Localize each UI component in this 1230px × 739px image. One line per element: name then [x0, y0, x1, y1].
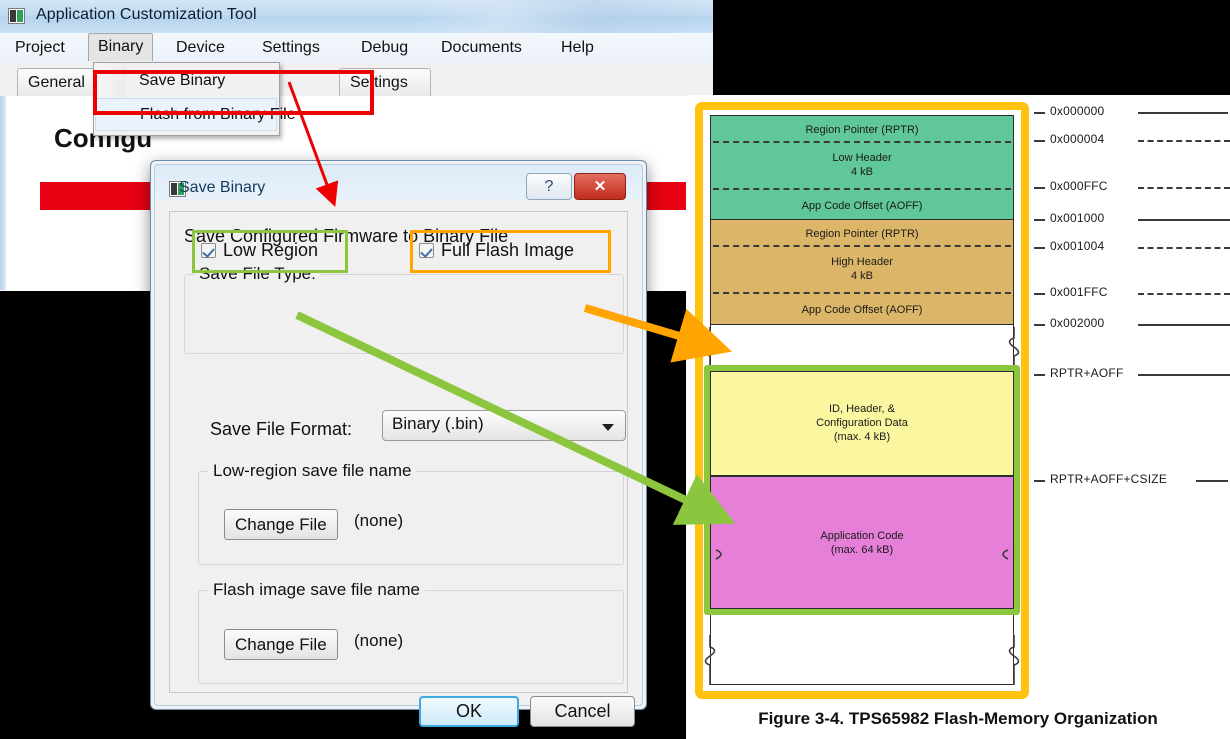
addr-leader	[1138, 324, 1230, 326]
dialog-body: Save Configured Firmware to Binary File …	[169, 211, 635, 727]
dialog-title: Save Binary	[179, 179, 266, 196]
flash-image-change-file-button[interactable]: Change File	[224, 629, 338, 660]
close-button[interactable]: ✕	[574, 173, 626, 200]
config-line1: ID, Header, &	[828, 403, 896, 415]
addr-leader	[1138, 247, 1230, 249]
flash-memory-diagram: Region Pointer (RPTR) Low Header 4 kB Ap…	[686, 95, 1230, 739]
flash-image-file-label: Flash image save file name	[208, 580, 425, 600]
addr-leader	[1138, 293, 1230, 295]
chevron-down-icon	[602, 424, 614, 431]
addr-tick	[1034, 480, 1045, 482]
menu-debug[interactable]: Debug	[352, 34, 417, 61]
low-region-file-label: Low-region save file name	[208, 461, 417, 481]
save-binary-highlight-box	[93, 70, 374, 115]
dialog-frame: Save Binary ? ✕ Save Configured Firmware…	[154, 164, 643, 727]
menu-help[interactable]: Help	[552, 34, 603, 61]
app-window-icon	[8, 8, 25, 24]
addr-tick	[1034, 112, 1045, 114]
save-file-format-select[interactable]: Binary (.bin)	[382, 410, 626, 441]
addr-leader	[1138, 140, 1230, 142]
window-titlebar: Application Customization Tool	[0, 0, 713, 33]
window-title: Application Customization Tool	[36, 6, 257, 23]
high-header-label: High Header	[831, 256, 893, 268]
divider-dash	[713, 141, 1011, 143]
address-4: 0x001004	[1050, 239, 1105, 253]
menu-documents[interactable]: Documents	[432, 34, 531, 61]
ok-button[interactable]: OK	[419, 696, 519, 727]
full-flash-highlight-box	[410, 230, 611, 273]
flash-image-file-value: (none)	[354, 631, 404, 650]
memory-block-config-data: ID, Header, & Configuration Data (max. 4…	[710, 371, 1014, 476]
divider-dash	[713, 188, 1011, 190]
address-1: 0x000004	[1050, 132, 1105, 146]
menu-project[interactable]: Project	[6, 34, 74, 61]
config-line3: (max. 4 kB)	[833, 431, 891, 443]
config-line2: Configuration Data	[816, 417, 908, 429]
address-8: RPTR+AOFF+CSIZE	[1050, 472, 1168, 486]
menu-bar: Project Binary Device Settings Debug Doc…	[0, 33, 713, 64]
divider-dash	[713, 292, 1011, 294]
high-rptr-label: Region Pointer (RPTR)	[805, 228, 919, 240]
cancel-button[interactable]: Cancel	[530, 696, 635, 727]
menu-settings[interactable]: Settings	[253, 34, 329, 61]
addr-tick	[1034, 140, 1045, 142]
addr-leader	[1138, 374, 1230, 376]
low-aoff-label: App Code Offset (AOFF)	[801, 200, 923, 212]
save-file-format-label: Save File Format:	[210, 419, 353, 439]
code-line2: (max. 64 kB)	[830, 544, 894, 556]
memory-block-high-region: Region Pointer (RPTR) High Header 4 kB A…	[710, 220, 1014, 325]
low-header-label: Low Header	[832, 152, 892, 164]
high-aoff-label: App Code Offset (AOFF)	[801, 304, 923, 316]
addr-tick	[1034, 324, 1045, 326]
addr-tick	[1034, 187, 1045, 189]
address-7: RPTR+AOFF	[1050, 366, 1124, 380]
menu-device[interactable]: Device	[167, 34, 234, 61]
low-rptr-label: Region Pointer (RPTR)	[805, 124, 919, 136]
high-header-size: 4 kB	[850, 270, 873, 282]
addr-tick	[1034, 219, 1045, 221]
addr-leader	[1138, 187, 1230, 189]
addr-leader	[1138, 219, 1230, 221]
divider-dash	[713, 245, 1011, 247]
addr-leader	[1196, 480, 1228, 482]
save-file-format-value: Binary (.bin)	[392, 414, 484, 433]
window-left-edge	[0, 96, 6, 290]
address-5: 0x001FFC	[1050, 285, 1108, 299]
memory-gap-lower	[710, 615, 1014, 685]
memory-block-application-code: Application Code (max. 64 kB)	[710, 476, 1014, 609]
low-region-highlight: ID, Header, & Configuration Data (max. 4…	[704, 365, 1020, 615]
memory-block-low-region: Region Pointer (RPTR) Low Header 4 kB Ap…	[710, 115, 1014, 220]
titlebar-gloss	[413, 0, 713, 33]
help-button[interactable]: ?	[526, 173, 572, 200]
address-6: 0x002000	[1050, 316, 1105, 330]
menu-binary[interactable]: Binary	[88, 33, 154, 61]
low-header-size: 4 kB	[850, 166, 873, 178]
code-line1: Application Code	[820, 530, 904, 542]
addr-tick	[1034, 293, 1045, 295]
address-0: 0x000000	[1050, 104, 1105, 118]
address-2: 0x000FFC	[1050, 179, 1108, 193]
address-3: 0x001000	[1050, 211, 1105, 225]
screen-root: Application Customization Tool Project B…	[0, 0, 1230, 739]
save-file-type-group: Save File Type:	[184, 264, 624, 354]
low-region-file-value: (none)	[354, 511, 404, 530]
addr-leader	[1138, 112, 1228, 114]
low-region-highlight-box	[192, 230, 348, 273]
addr-tick	[1034, 247, 1045, 249]
save-binary-dialog: Save Binary ? ✕ Save Configured Firmware…	[150, 160, 647, 727]
addr-tick	[1034, 374, 1045, 376]
figure-caption: Figure 3-4. TPS65982 Flash-Memory Organi…	[758, 709, 1158, 728]
low-region-change-file-button[interactable]: Change File	[224, 509, 338, 540]
